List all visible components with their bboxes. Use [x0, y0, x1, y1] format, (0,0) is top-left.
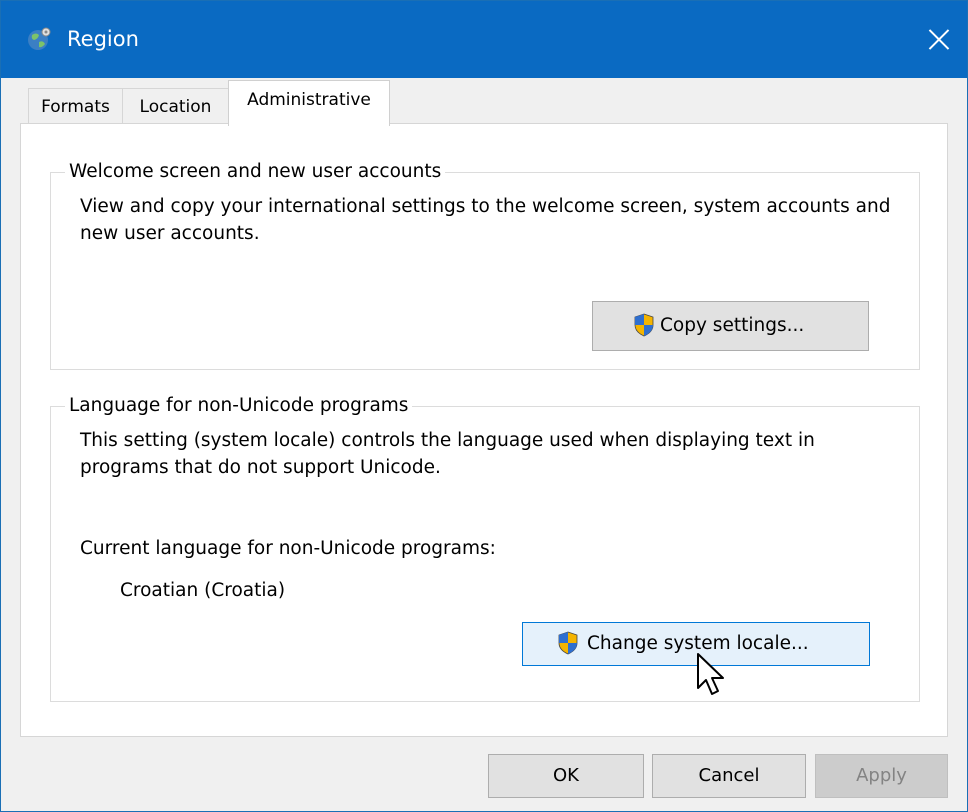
tab-formats[interactable]: Formats — [28, 88, 123, 124]
cancel-button[interactable]: Cancel — [652, 754, 806, 798]
mouse-pointer-icon — [697, 653, 724, 695]
ok-button[interactable]: OK — [488, 754, 644, 798]
uac-shield-icon — [558, 631, 578, 655]
language-group: Language for non-Unicode programs This s… — [50, 394, 920, 702]
uac-shield-icon — [634, 313, 654, 337]
group-description: View and copy your international setting… — [80, 196, 891, 244]
apply-button[interactable]: Apply — [815, 754, 948, 798]
group-description: This setting (system locale) controls th… — [80, 430, 815, 478]
tab-label: Administrative — [247, 90, 371, 110]
tab-location[interactable]: Location — [122, 88, 229, 124]
copy-settings-button[interactable]: Copy settings... — [592, 301, 869, 351]
current-language-value: Croatian (Croatia) — [120, 580, 286, 601]
group-title: Language for non-Unicode programs — [65, 394, 413, 418]
tab-label: Location — [139, 97, 212, 117]
window-title: Region — [67, 27, 139, 51]
current-language-label: Current language for non-Unicode program… — [80, 538, 496, 559]
tab-panel: Welcome screen and new user accounts Vie… — [20, 123, 948, 737]
close-button[interactable] — [906, 0, 968, 78]
button-label: Copy settings... — [660, 315, 805, 336]
tab-label: Formats — [41, 97, 110, 117]
globe-icon — [28, 27, 51, 50]
tab-administrative[interactable]: Administrative — [228, 80, 390, 126]
group-title: Welcome screen and new user accounts — [65, 160, 446, 184]
welcome-group: Welcome screen and new user accounts Vie… — [50, 160, 920, 370]
title-bar: Region — [0, 0, 968, 78]
